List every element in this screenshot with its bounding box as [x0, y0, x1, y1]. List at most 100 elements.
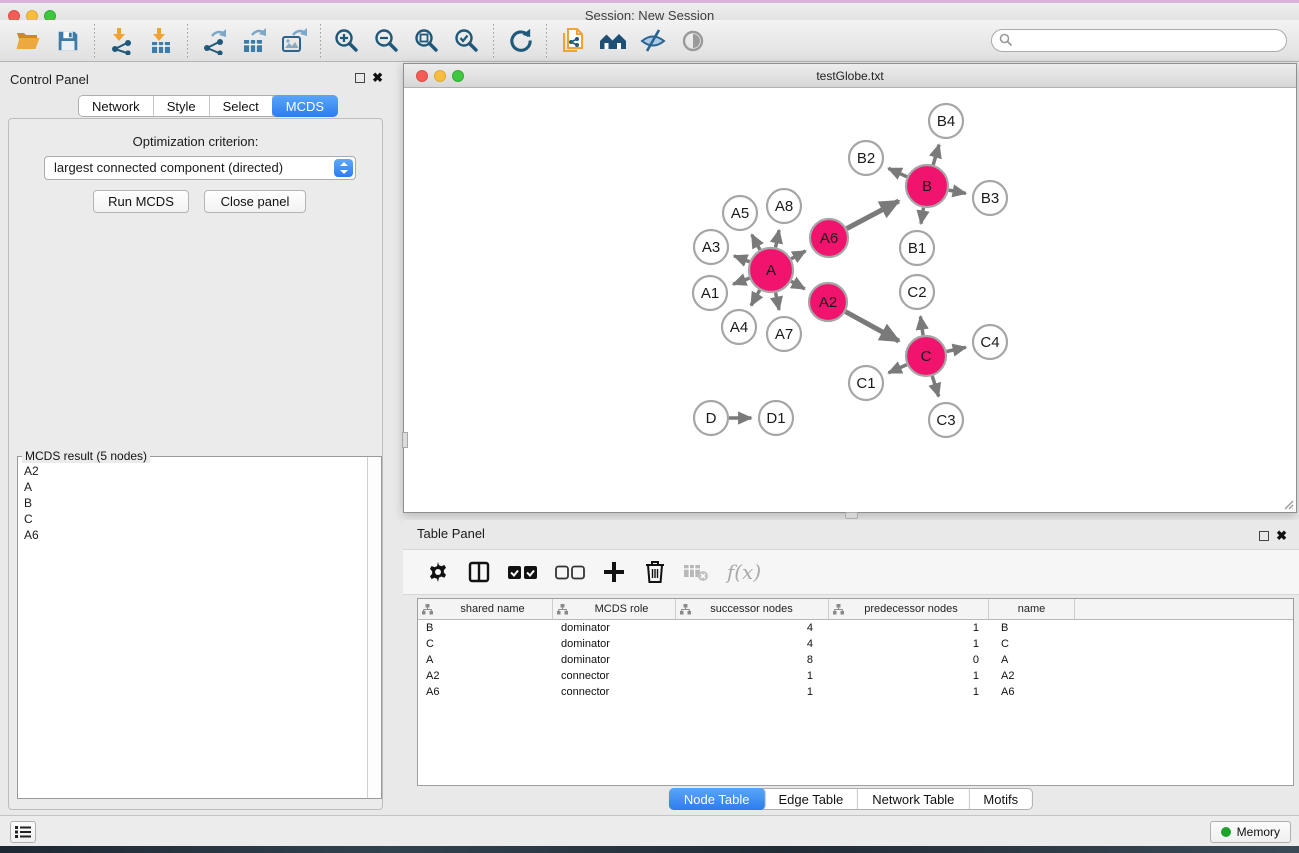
- graphics-details-button[interactable]: [673, 23, 713, 59]
- export-image-button[interactable]: [274, 23, 314, 59]
- edge-B-B1[interactable]: [921, 208, 924, 224]
- result-scrollbar[interactable]: [367, 457, 381, 798]
- tab-motifs[interactable]: Motifs: [969, 789, 1032, 809]
- zoom-out-button[interactable]: [367, 23, 407, 59]
- edge-C-C4[interactable]: [947, 347, 966, 351]
- node-label-C2: C2: [907, 284, 926, 301]
- result-item[interactable]: A2: [24, 463, 360, 479]
- edge-A-A5[interactable]: [752, 235, 760, 250]
- node-label-D: D: [706, 410, 717, 427]
- search-icon: [999, 33, 1013, 47]
- import-network-button[interactable]: [101, 23, 141, 59]
- table-cell: connector: [553, 668, 676, 684]
- close-table-panel-icon[interactable]: ✖: [1276, 528, 1287, 544]
- node-label-B: B: [922, 178, 932, 195]
- edge-C-C1[interactable]: [889, 365, 907, 373]
- result-item[interactable]: B: [24, 495, 360, 511]
- edge-C-C2[interactable]: [920, 316, 923, 335]
- result-item[interactable]: C: [24, 511, 360, 527]
- table-row[interactable]: A2connector11A2: [418, 668, 1293, 684]
- function-builder-button-disabled: f(x): [724, 557, 764, 587]
- optimization-criterion-label: Optimization criterion:: [9, 134, 382, 149]
- add-column-button[interactable]: [601, 557, 627, 587]
- delete-column-button[interactable]: [642, 557, 668, 587]
- hide-graphics-details-button[interactable]: [633, 23, 673, 59]
- zoom-fit-button[interactable]: [407, 23, 447, 59]
- open-session-button[interactable]: [8, 23, 48, 59]
- table-settings-button[interactable]: [425, 557, 451, 587]
- result-item[interactable]: A: [24, 479, 360, 495]
- tab-node-table[interactable]: Node Table: [669, 788, 766, 810]
- edge-A-A1[interactable]: [733, 278, 749, 284]
- edge-A-A6[interactable]: [791, 251, 805, 259]
- column-header-successor-nodes[interactable]: successor nodes: [676, 599, 829, 619]
- edge-A-A7[interactable]: [776, 293, 780, 310]
- search-input[interactable]: [991, 29, 1287, 52]
- dropdown-stepper-icon[interactable]: [334, 159, 353, 177]
- deselect-all-button[interactable]: [554, 557, 586, 587]
- tab-style[interactable]: Style: [154, 96, 210, 116]
- tab-mcds[interactable]: MCDS: [272, 95, 338, 117]
- node-label-B4: B4: [937, 113, 955, 130]
- gear-icon: [426, 560, 450, 584]
- table-row[interactable]: Adominator80A: [418, 652, 1293, 668]
- unchecked-boxes-icon: [555, 564, 585, 580]
- edge-A6-B[interactable]: [847, 201, 899, 229]
- save-session-button[interactable]: [48, 23, 88, 59]
- column-header-name[interactable]: name: [989, 599, 1075, 619]
- task-history-button[interactable]: [10, 821, 36, 843]
- zoom-in-button[interactable]: [327, 23, 367, 59]
- edge-A-A2[interactable]: [791, 281, 805, 289]
- tab-select[interactable]: Select: [210, 96, 273, 116]
- edge-B-B2[interactable]: [888, 168, 907, 177]
- table-row[interactable]: Cdominator41C: [418, 636, 1293, 652]
- resize-grip-icon[interactable]: [1282, 498, 1294, 510]
- window-edge-handle[interactable]: [402, 432, 408, 448]
- mcds-result-list[interactable]: A2ABCA6: [18, 459, 366, 798]
- edge-C-C3[interactable]: [932, 376, 938, 396]
- node-label-B1: B1: [908, 240, 926, 257]
- float-table-panel-icon[interactable]: [1259, 531, 1269, 541]
- table-row[interactable]: Bdominator41B: [418, 620, 1293, 636]
- table-cell: connector: [553, 684, 676, 700]
- table-panel-title: Table Panel: [417, 526, 485, 541]
- zoom-selected-button[interactable]: [447, 23, 487, 59]
- network-graph[interactable]: B4B2BB3A5A8A6B1A3AA1C2A2A4A7C4CC1C3DD1: [404, 89, 1296, 512]
- network-window-titlebar[interactable]: testGlobe.txt: [404, 64, 1296, 88]
- refresh-button[interactable]: [500, 23, 540, 59]
- network-canvas[interactable]: B4B2BB3A5A8A6B1A3AA1C2A2A4A7C4CC1C3DD1: [404, 89, 1296, 512]
- import-table-button[interactable]: [141, 23, 181, 59]
- edge-A-A3[interactable]: [734, 256, 749, 262]
- result-item[interactable]: A6: [24, 527, 360, 543]
- column-header-predecessor-nodes[interactable]: predecessor nodes: [829, 599, 989, 619]
- plus-icon: [603, 561, 625, 583]
- tab-edge-table[interactable]: Edge Table: [764, 789, 858, 809]
- memory-button[interactable]: Memory: [1210, 821, 1291, 843]
- criterion-dropdown[interactable]: largest connected component (directed): [44, 156, 356, 180]
- zoom-out-icon: [373, 27, 401, 55]
- edge-A-A8[interactable]: [776, 230, 780, 247]
- close-panel-button[interactable]: Close panel: [204, 190, 306, 213]
- export-table-button[interactable]: [234, 23, 274, 59]
- close-panel-icon[interactable]: ✖: [372, 70, 383, 86]
- tab-network[interactable]: Network: [79, 96, 154, 116]
- run-mcds-button[interactable]: Run MCDS: [93, 190, 189, 213]
- clone-network-button[interactable]: [553, 23, 593, 59]
- control-panel-title: Control Panel: [10, 72, 89, 87]
- tab-network-table[interactable]: Network Table: [858, 789, 969, 809]
- select-all-button[interactable]: [507, 557, 539, 587]
- node-table[interactable]: shared nameMCDS rolesuccessor nodesprede…: [417, 598, 1294, 786]
- edge-A-A4[interactable]: [751, 290, 760, 305]
- export-network-button[interactable]: [194, 23, 234, 59]
- float-panel-icon[interactable]: [355, 73, 365, 83]
- main-titlebar[interactable]: Session: New Session: [0, 3, 1299, 20]
- edge-A2-C[interactable]: [846, 312, 899, 341]
- column-header-shared-name[interactable]: shared name: [418, 599, 553, 619]
- edge-B-B4[interactable]: [933, 145, 939, 165]
- edge-B-B3[interactable]: [949, 190, 966, 193]
- table-row[interactable]: A6connector11A6: [418, 684, 1293, 700]
- column-header-MCDS-role[interactable]: MCDS role: [553, 599, 676, 619]
- home-view-button[interactable]: [593, 23, 633, 59]
- splitter-grip[interactable]: [845, 512, 858, 519]
- show-columns-button[interactable]: [466, 557, 492, 587]
